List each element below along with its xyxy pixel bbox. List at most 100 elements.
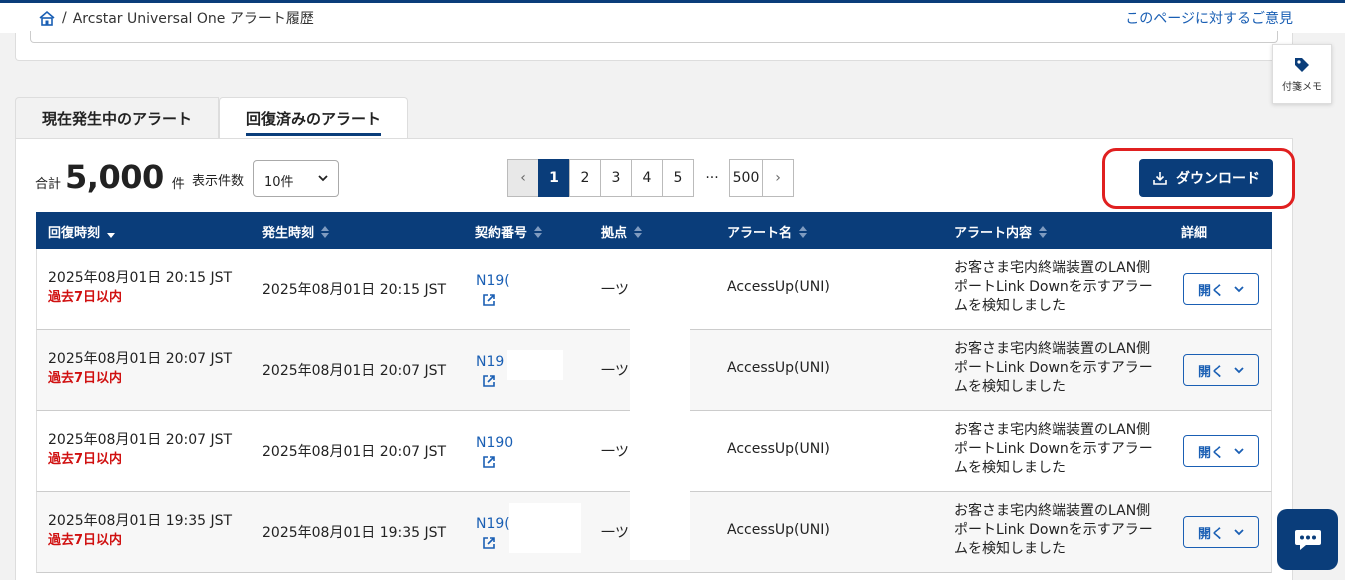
chat-button[interactable] (1277, 509, 1338, 570)
recent-tag: 過去7日以内 (48, 452, 123, 467)
chevron-down-icon (1234, 286, 1244, 293)
page-button-last[interactable]: 500 (729, 159, 763, 197)
header-label: 契約番号 (475, 226, 528, 241)
search-input[interactable] (30, 31, 1278, 43)
open-detail-button[interactable]: 開く (1183, 354, 1259, 386)
page-ellipsis: ··· (694, 159, 730, 197)
contract-number[interactable]: N19( (476, 516, 510, 532)
site-name: 一ツ (601, 282, 629, 298)
contract-number[interactable]: N19 (476, 354, 504, 370)
contract-number[interactable]: N19( (476, 273, 510, 289)
open-label: 開く (1197, 526, 1224, 542)
page-button-4[interactable]: 4 (631, 159, 663, 197)
open-label: 開く (1197, 445, 1224, 461)
recovered-time: 2025年08月01日 20:15 JST (48, 270, 233, 286)
alert-name: AccessUp(UNI) (727, 441, 830, 457)
header-occurred-time[interactable]: 発生時刻 (262, 222, 330, 241)
header-contract[interactable]: 契約番号 (475, 222, 543, 241)
chat-bubble-icon (1294, 529, 1321, 550)
alert-name: AccessUp(UNI) (727, 279, 830, 295)
external-link-icon[interactable] (482, 293, 496, 307)
header-label: 拠点 (601, 226, 628, 241)
chevron-down-icon (318, 175, 328, 182)
header-label: アラート内容 (954, 226, 1033, 241)
total-value: 5,000 (65, 158, 164, 196)
per-page-value: 10件 (264, 175, 294, 190)
header-label: 詳細 (1181, 226, 1208, 241)
header-site[interactable]: 拠点 (601, 222, 643, 241)
site-name: 一ツ (601, 363, 629, 379)
recovered-time: 2025年08月01日 20:07 JST (48, 351, 233, 367)
page-button-1[interactable]: 1 (538, 159, 570, 197)
header-label: アラート名 (727, 226, 793, 241)
recovered-time-cell: 2025年08月01日 20:15 JST 過去7日以内 (48, 269, 232, 307)
recovered-time-cell: 2025年08月01日 20:07 JST 過去7日以内 (48, 350, 232, 388)
occurred-time: 2025年08月01日 20:07 JST (262, 444, 447, 460)
header-recovered-time[interactable]: 回復時刻 (48, 222, 116, 241)
download-icon (1153, 172, 1167, 185)
contract-link[interactable]: N19 (476, 352, 504, 388)
recovered-time: 2025年08月01日 20:07 JST (48, 432, 233, 448)
per-page-select[interactable]: 10件 (253, 160, 339, 197)
per-page-label: 表示件数 (192, 174, 245, 189)
sort-desc-icon (107, 232, 116, 238)
redaction-mask (630, 250, 690, 560)
breadcrumb-current: Arcstar Universal One アラート履歴 (72, 11, 314, 27)
feedback-link[interactable]: このページに対するご意見 (1125, 8, 1293, 28)
tab-label: 回復済みのアラート (246, 102, 382, 136)
tab-current-alerts[interactable]: 現在発生中のアラート (15, 97, 220, 139)
open-label: 開く (1197, 364, 1224, 380)
total-label: 合計 (35, 177, 62, 192)
alert-description: お客さま宅内終端装置のLAN側ポートLink Downを示すアラームを検知しまし… (954, 341, 1153, 395)
header-label: 発生時刻 (262, 226, 315, 241)
header-label: 回復時刻 (48, 226, 101, 241)
recovered-time: 2025年08月01日 19:35 JST (48, 513, 233, 529)
page-button-5[interactable]: 5 (662, 159, 694, 197)
header-alert-content[interactable]: アラート内容 (954, 222, 1048, 241)
site-name: 一ツ (601, 444, 629, 460)
pagination: ‹ 1 2 3 4 5 ··· 500 › (507, 159, 794, 197)
tab-recovered-alerts[interactable]: 回復済みのアラート (219, 97, 409, 139)
breadcrumb: / Arcstar Universal One アラート履歴 (38, 8, 314, 28)
page-button-2[interactable]: 2 (569, 159, 601, 197)
chevron-down-icon (1234, 367, 1244, 374)
open-detail-button[interactable]: 開く (1183, 273, 1259, 305)
table-header: 回復時刻 発生時刻 契約番号 拠点 アラート名 アラート内容 詳細 (36, 212, 1272, 249)
alert-name: AccessUp(UNI) (727, 360, 830, 376)
search-card (15, 31, 1293, 61)
alert-description: お客さま宅内終端装置のLAN側ポートLink Downを示すアラームを検知しまし… (954, 422, 1153, 476)
contract-link[interactable]: N190 (476, 433, 513, 469)
open-detail-button[interactable]: 開く (1183, 435, 1259, 467)
redaction-mask (509, 503, 581, 553)
next-page-button[interactable]: › (762, 159, 794, 197)
occurred-time: 2025年08月01日 20:15 JST (262, 282, 447, 298)
page-button-3[interactable]: 3 (600, 159, 632, 197)
external-link-icon[interactable] (482, 374, 496, 388)
prev-page-button[interactable]: ‹ (507, 159, 539, 197)
sort-icon (321, 225, 330, 238)
sort-icon (634, 225, 643, 238)
contract-number[interactable]: N190 (476, 435, 513, 451)
header-alert-name[interactable]: アラート名 (727, 222, 808, 241)
occurred-time: 2025年08月01日 19:35 JST (262, 525, 447, 541)
memo-label: 付箋メモ (1282, 81, 1322, 93)
tab-bar: 現在発生中のアラート 回復済みのアラート (15, 97, 409, 139)
contract-link[interactable]: N19( (476, 514, 510, 550)
home-icon[interactable] (38, 10, 56, 26)
sort-icon (799, 225, 808, 238)
sticky-memo-button[interactable]: 付箋メモ (1272, 44, 1332, 104)
breadcrumb-separator: / (62, 10, 67, 26)
open-detail-button[interactable]: 開く (1183, 516, 1259, 548)
chevron-down-icon (1234, 529, 1244, 536)
external-link-icon[interactable] (482, 536, 496, 550)
external-link-icon[interactable] (482, 455, 496, 469)
breadcrumb-bar: / Arcstar Universal One アラート履歴 このページに対する… (0, 3, 1345, 33)
contract-link[interactable]: N19( (476, 271, 510, 307)
chevron-down-icon (1234, 448, 1244, 455)
download-button[interactable]: ダウンロード (1139, 159, 1273, 197)
alert-description: お客さま宅内終端装置のLAN側ポートLink Downを示すアラームを検知しまし… (954, 503, 1153, 557)
redaction-mask (507, 350, 563, 380)
total-unit: 件 (171, 177, 185, 192)
header-detail: 詳細 (1181, 222, 1207, 241)
recovered-time-cell: 2025年08月01日 20:07 JST 過去7日以内 (48, 431, 232, 469)
